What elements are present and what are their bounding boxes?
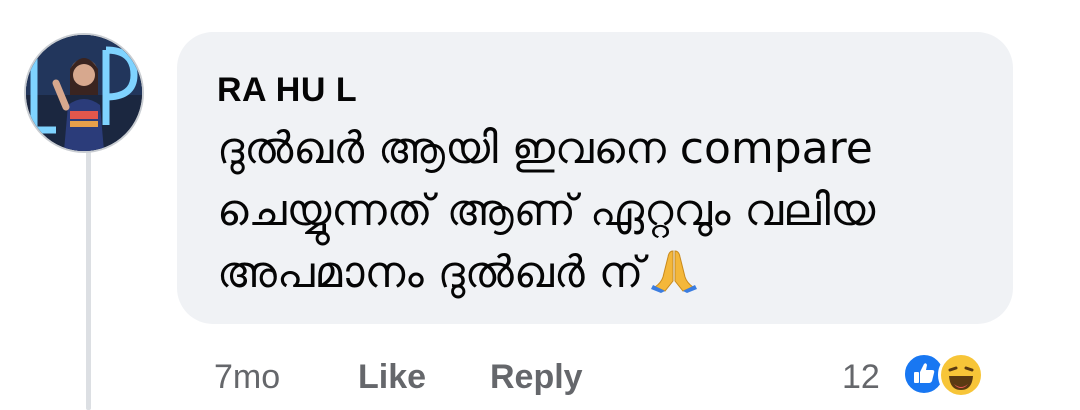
- comment-bubble: RA HU L ദുൽഖർ ആയി ഇവനെ compare ചെയ്യുന്ന…: [177, 32, 1013, 324]
- folded-hands-icon: [651, 247, 698, 310]
- comment-timestamp[interactable]: 7mo: [214, 358, 280, 397]
- haha-reaction-icon: [938, 352, 984, 398]
- comment-text-block: ദുൽഖർ ആയി ഇവനെ compare ചെയ്യുന്നത് ആണ് ഏ…: [217, 118, 977, 310]
- avatar-image: [26, 35, 142, 151]
- comment-author[interactable]: RA HU L: [217, 70, 1013, 110]
- avatar[interactable]: [24, 33, 144, 153]
- reply-button[interactable]: Reply: [490, 358, 583, 397]
- reaction-count: 12: [842, 358, 880, 396]
- reply-thread-line: [86, 150, 91, 410]
- like-button[interactable]: Like: [358, 358, 426, 397]
- comment-text: ദുൽഖർ ആയി ഇവനെ compare ചെയ്യുന്നത് ആണ് ഏ…: [217, 123, 876, 298]
